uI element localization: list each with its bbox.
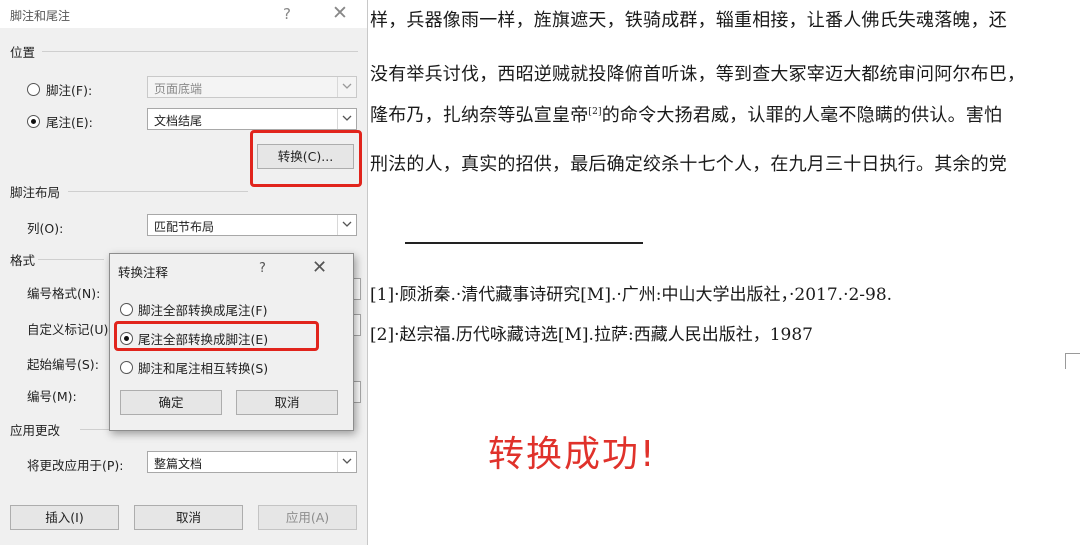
chevron-down-icon [337, 215, 356, 235]
cancel-button[interactable]: 取消 [236, 390, 338, 415]
footnote-radio[interactable] [27, 83, 40, 96]
body-text-segment: 隆布乃，扎纳奈等弘宣皇帝 [370, 105, 589, 126]
body-text-line: 刑法的人，真实的招供，最后确定绞杀十七个人，在九月三十日执行。其余的党 [370, 154, 1007, 175]
apply-to-select[interactable]: 整篇文档 [147, 451, 357, 473]
columns-label: 列(O): [27, 221, 64, 236]
dialog-titlebar: 脚注和尾注 ? ✕ [0, 0, 367, 28]
close-icon[interactable]: ✕ [312, 257, 327, 278]
columns-select[interactable]: 匹配节布局 [147, 214, 357, 236]
option-swap-notes-radio[interactable] [120, 361, 133, 374]
columns-value: 匹配节布局 [154, 220, 215, 234]
footnote-item: [1]·顾浙秦.·清代藏事诗研究[M].·广州:中山大学出版社，·2017.·2… [370, 285, 893, 305]
option-swap-notes-label: 脚注和尾注相互转换(S) [138, 361, 269, 376]
ok-button[interactable]: 确定 [120, 390, 222, 415]
section-footnote-layout: 脚注布局 [10, 185, 61, 200]
section-divider [68, 191, 248, 192]
success-caption: 转换成功! [488, 434, 657, 475]
dialog-title: 脚注和尾注 [10, 9, 71, 23]
close-icon[interactable]: ✕ [332, 2, 348, 24]
endnote-location-value: 文档结尾 [154, 114, 203, 128]
custom-mark-label: 自定义标记(U): [27, 322, 113, 337]
help-icon[interactable]: ? [259, 261, 266, 276]
chevron-down-icon [337, 452, 356, 472]
endnote-label: 尾注(E): [46, 115, 93, 130]
document-page: 样，兵器像雨一样，旌旗遮天，铁骑成群，辎重相接，让番人佛氏失魂落魄，还 没有举兵… [370, 0, 1080, 545]
help-icon[interactable]: ? [283, 5, 291, 23]
endnote-radio[interactable] [27, 115, 40, 128]
section-divider [42, 51, 358, 52]
footnote-location-select[interactable]: 页面底端 [147, 76, 357, 98]
option-footnotes-to-endnotes-label: 脚注全部转换成尾注(F) [138, 303, 268, 318]
body-text-line: 样，兵器像雨一样，旌旗遮天，铁骑成群，辎重相接，让番人佛氏失魂落魄，还 [370, 10, 1007, 31]
number-format-label: 编号格式(N): [27, 286, 101, 301]
footnote-separator [405, 242, 643, 244]
option-footnotes-to-endnotes-radio[interactable] [120, 303, 133, 316]
body-text-segment: 的命令大扬君威，认罪的人毫不隐瞒的供认。害怕 [601, 105, 1003, 126]
apply-to-label: 将更改应用于(P): [27, 458, 124, 473]
body-text-line-with-ref: 隆布乃，扎纳奈等弘宣皇帝[2]的命令大扬君威，认罪的人毫不隐瞒的供认。害怕 [370, 101, 1002, 127]
start-at-label: 起始编号(S): [27, 357, 99, 372]
footnote-item: [2]·赵宗福.历代咏藏诗选[M].拉萨:西藏人民出版社，1987 [370, 325, 813, 345]
convert-dialog-title: 转换注释 [118, 265, 169, 280]
apply-to-value: 整篇文档 [154, 457, 203, 471]
apply-button[interactable]: 应用(A) [258, 505, 357, 530]
section-divider [80, 429, 110, 430]
chevron-down-icon [337, 109, 356, 129]
endnote-location-select[interactable]: 文档结尾 [147, 108, 357, 130]
selected-option-highlight [114, 321, 319, 351]
convert-button-highlight [250, 130, 362, 187]
page-corner-mark [1065, 353, 1080, 369]
footnote-location-value: 页面底端 [154, 82, 203, 96]
section-apply-changes: 应用更改 [10, 423, 61, 438]
section-divider [38, 259, 104, 260]
footnote-label: 脚注(F): [46, 83, 93, 98]
section-format: 格式 [10, 253, 36, 268]
insert-button[interactable]: 插入(I) [10, 505, 119, 530]
section-position: 位置 [10, 45, 36, 60]
numbering-label: 编号(M): [27, 389, 77, 404]
cancel-button[interactable]: 取消 [134, 505, 243, 530]
body-text-line: 没有举兵讨伐，西昭逆贼就投降俯首听诛，等到查大冢宰迈大都统审问阿尔布巴， [370, 64, 1026, 85]
chevron-down-icon [337, 77, 356, 97]
footnote-reference: [2] [588, 107, 602, 117]
convert-notes-dialog: 转换注释 ? ✕ 脚注全部转换成尾注(F) 尾注全部转换成脚注(E) 脚注和尾注… [109, 253, 354, 431]
